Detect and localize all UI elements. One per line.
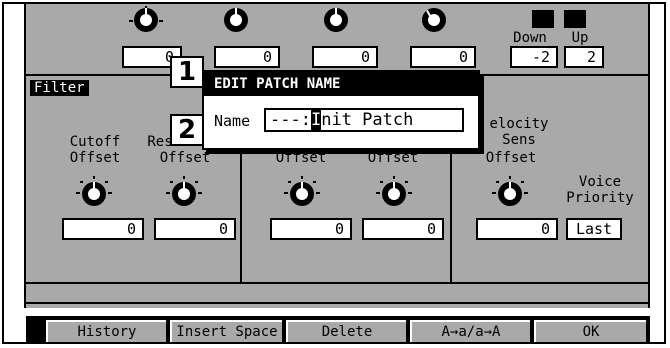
up-indicator xyxy=(564,10,586,28)
up-label: Up xyxy=(571,30,589,46)
down-indicator xyxy=(532,10,554,28)
insert-space-button[interactable]: Insert Space xyxy=(170,320,282,342)
param4-offset-value[interactable]: 0 xyxy=(362,218,444,240)
cutoff-label-2: Offset xyxy=(69,150,121,166)
top-value-4[interactable]: 0 xyxy=(410,46,476,68)
ok-button[interactable]: OK xyxy=(534,320,646,342)
param4-label: Offset xyxy=(367,150,419,166)
knob-icon[interactable] xyxy=(490,176,530,212)
function-bar: History Insert Space Delete A→a/a→A OK xyxy=(26,316,650,344)
knob-icon[interactable] xyxy=(74,176,114,212)
device-frame: 0 0 0 0 Down Up -2 2 Filter Cutoff Offse… xyxy=(2,2,666,344)
delete-button[interactable]: Delete xyxy=(286,320,406,342)
filter-section-label: Filter xyxy=(30,80,89,96)
knob-icon[interactable] xyxy=(316,6,356,42)
knob-icon[interactable] xyxy=(282,176,322,212)
text-cursor: I xyxy=(310,110,322,130)
voice-priority-label-1: Voice xyxy=(578,174,622,190)
name-prefix: ---: xyxy=(270,110,311,130)
velocity-label-1: elocity xyxy=(489,116,549,132)
dialog-title-text: EDIT PATCH NAME xyxy=(214,76,341,92)
voice-priority-value[interactable]: Last xyxy=(566,218,622,240)
param3-offset-value[interactable]: 0 xyxy=(270,218,352,240)
res-offset-value[interactable]: 0 xyxy=(154,218,236,240)
case-toggle-button[interactable]: A→a/a→A xyxy=(410,320,530,342)
velocity-label-3: Offset xyxy=(485,150,537,166)
lcd-screen: 0 0 0 0 Down Up -2 2 Filter Cutoff Offse… xyxy=(24,4,650,308)
knob-icon[interactable] xyxy=(126,6,166,42)
name-rest: nit Patch xyxy=(321,110,414,130)
top-value-2[interactable]: 0 xyxy=(214,46,280,68)
callout-2: 2 xyxy=(170,114,204,146)
edit-patch-name-dialog: EDIT PATCH NAME Name ---:Init Patch xyxy=(202,70,480,150)
divider xyxy=(26,282,648,284)
top-value-3[interactable]: 0 xyxy=(312,46,378,68)
divider xyxy=(26,302,648,304)
down-value[interactable]: -2 xyxy=(510,46,558,68)
voice-priority-label-2: Priority xyxy=(566,190,634,206)
res-label-2: Offset xyxy=(159,150,211,166)
patch-name-input[interactable]: ---:Init Patch xyxy=(264,108,464,132)
velocity-label-2: Sens xyxy=(502,132,536,148)
name-label: Name xyxy=(214,112,251,130)
param3-label: Offset xyxy=(275,150,327,166)
up-value[interactable]: 2 xyxy=(564,46,604,68)
callout-1: 1 xyxy=(170,56,204,88)
cutoff-offset-value[interactable]: 0 xyxy=(62,218,144,240)
knob-icon[interactable] xyxy=(216,6,256,42)
knob-icon[interactable] xyxy=(374,176,414,212)
down-label: Down xyxy=(513,30,547,46)
cutoff-label-1: Cutoff xyxy=(69,134,121,150)
dialog-title: EDIT PATCH NAME xyxy=(204,72,478,96)
velocity-offset-value[interactable]: 0 xyxy=(476,218,558,240)
knob-icon[interactable] xyxy=(414,6,454,42)
knob-icon[interactable] xyxy=(164,176,204,212)
history-button[interactable]: History xyxy=(46,320,166,342)
